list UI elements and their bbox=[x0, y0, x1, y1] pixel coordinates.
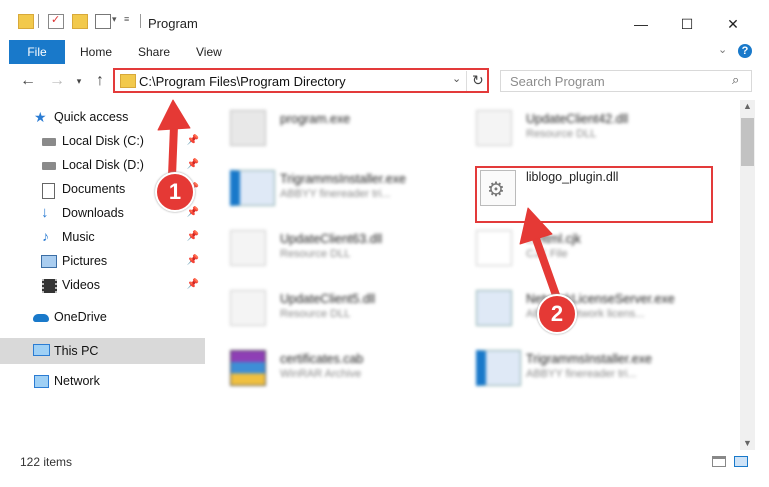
arrow-1-head bbox=[157, 99, 191, 131]
arrow-2-head bbox=[519, 207, 553, 245]
arrow-2-shaft bbox=[531, 234, 561, 300]
callout-arrows bbox=[157, 99, 561, 300]
callout-badge-2: 2 bbox=[537, 294, 577, 334]
callout-badge-1: 1 bbox=[155, 172, 195, 212]
arrow-1-shaft bbox=[168, 125, 178, 177]
